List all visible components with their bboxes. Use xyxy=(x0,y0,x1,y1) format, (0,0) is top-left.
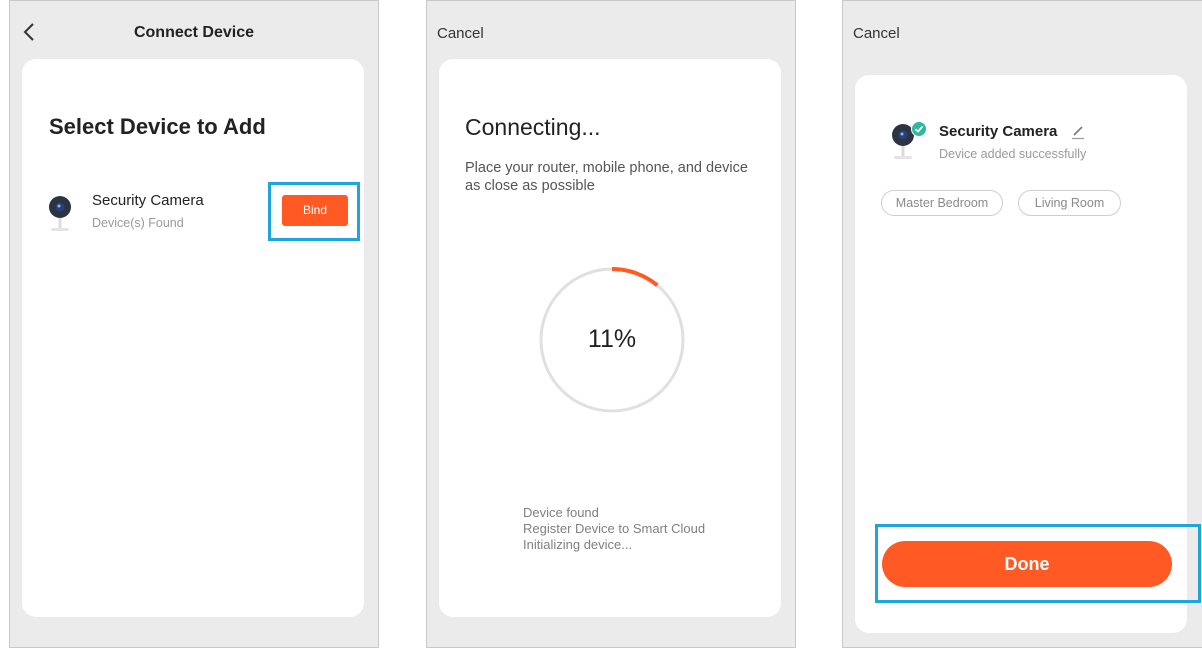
section-heading: Select Device to Add xyxy=(49,114,266,139)
room-chip-master-bedroom[interactable]: Master Bedroom xyxy=(881,190,1003,216)
camera-icon xyxy=(49,196,71,231)
check-badge-icon xyxy=(911,121,927,137)
step-item: Initializing device... xyxy=(523,537,633,552)
connecting-card: Connecting... Place your router, mobile … xyxy=(439,59,781,617)
device-name: Security Camera xyxy=(939,123,1058,140)
cancel-button[interactable]: Cancel xyxy=(853,25,900,42)
panel-select-device: Connect Device Select Device to Add Secu… xyxy=(9,0,379,648)
instruction-text: Place your router, mobile phone, and dev… xyxy=(465,160,748,194)
device-status: Device(s) Found xyxy=(92,216,184,230)
device-list-card: Select Device to Add Security Camera Dev… xyxy=(22,59,364,617)
step-list: Device found Register Device to Smart Cl… xyxy=(523,505,705,553)
section-heading: Connecting... xyxy=(465,114,601,140)
step-item: Register Device to Smart Cloud xyxy=(523,521,706,536)
step-item: Device found xyxy=(523,505,599,520)
page-title: Connect Device xyxy=(133,24,255,41)
room-chip-living-room[interactable]: Living Room xyxy=(1018,190,1121,216)
pencil-icon[interactable] xyxy=(1071,124,1085,140)
progress-percent: 11% xyxy=(587,325,637,353)
device-name: Security Camera xyxy=(92,192,204,209)
panel-device-added: Cancel Security Camera Device added succ… xyxy=(842,0,1202,648)
highlight-frame xyxy=(875,524,1201,603)
device-status: Device added successfully xyxy=(939,147,1087,161)
cancel-button[interactable]: Cancel xyxy=(437,25,484,42)
highlight-frame xyxy=(268,182,360,241)
panel-connecting: Cancel Connecting... Place your router, … xyxy=(426,0,796,648)
